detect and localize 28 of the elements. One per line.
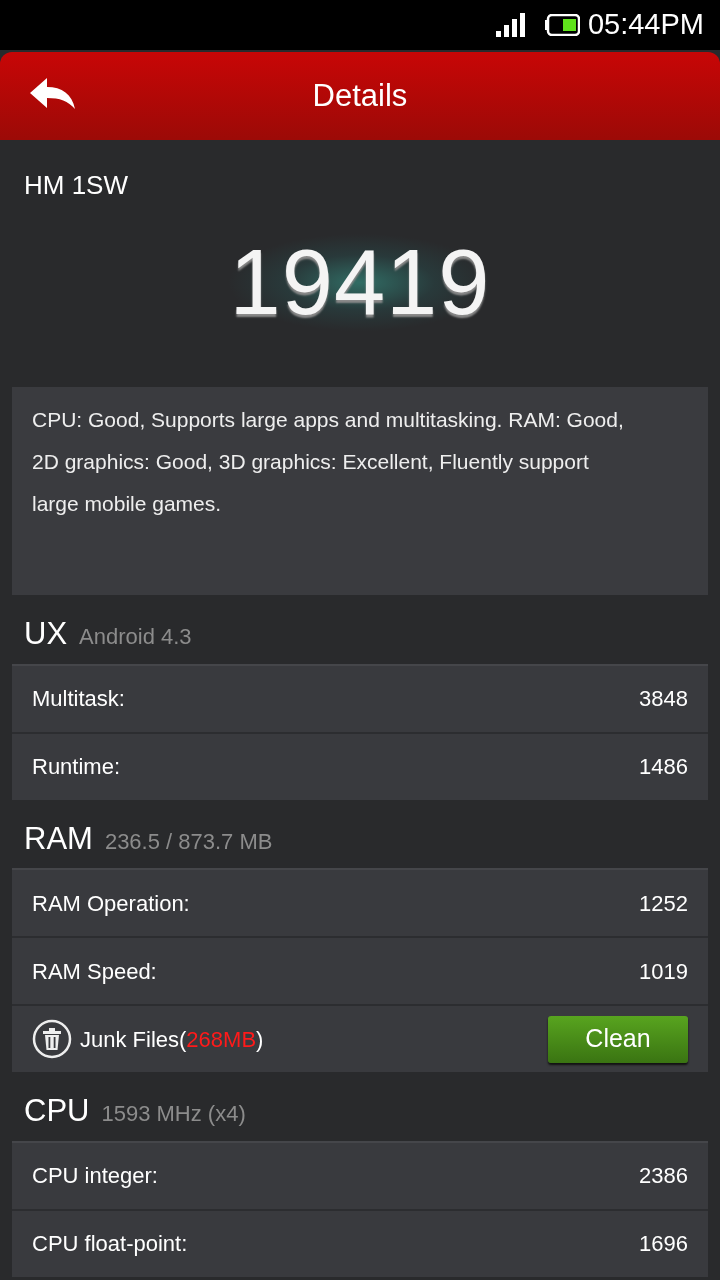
description-text: CPU: Good, Supports large apps and multitasking. RAM: Good, 2D graphics: Good, 3D graphics: Excellent, Fluently support large mobile games. xyxy=(32,407,625,517)
page-title: Details xyxy=(312,76,408,115)
row-label: RAM Speed: xyxy=(32,957,157,986)
back-button[interactable] xyxy=(30,78,76,110)
row-label: CPU integer: xyxy=(32,1162,158,1190)
row-value: 1696 xyxy=(639,1230,688,1258)
status-time: 05:44PM xyxy=(587,7,704,43)
row-value: 1252 xyxy=(639,889,688,918)
row-label: RAM Operation: xyxy=(32,889,190,918)
row-label: Multitask: xyxy=(32,685,125,713)
junk-files-label: Junk Files(268MB) xyxy=(80,1025,265,1054)
section-subtitle: Android 4.3 xyxy=(79,623,192,651)
row-value: 3848 xyxy=(639,685,688,713)
section-subtitle: 236.5 / 873.7 MB xyxy=(104,827,273,856)
section-title: UX xyxy=(24,615,68,653)
clean-button[interactable]: Clean xyxy=(548,1015,688,1063)
row-value: 1486 xyxy=(639,753,688,781)
row-value: 2386 xyxy=(639,1162,688,1190)
section-title: CPU xyxy=(24,1092,90,1130)
row-value: 1019 xyxy=(639,957,688,986)
device-name: HM 1SW xyxy=(23,169,129,202)
trash-icon xyxy=(32,1019,72,1059)
back-icon xyxy=(30,78,76,110)
row-label: Runtime: xyxy=(32,753,121,781)
section-subtitle: 1593 MHz (x4) xyxy=(101,1100,246,1128)
section-title: RAM xyxy=(24,819,93,858)
row-label: CPU float-point: xyxy=(32,1230,188,1258)
signal-icon xyxy=(495,13,526,37)
